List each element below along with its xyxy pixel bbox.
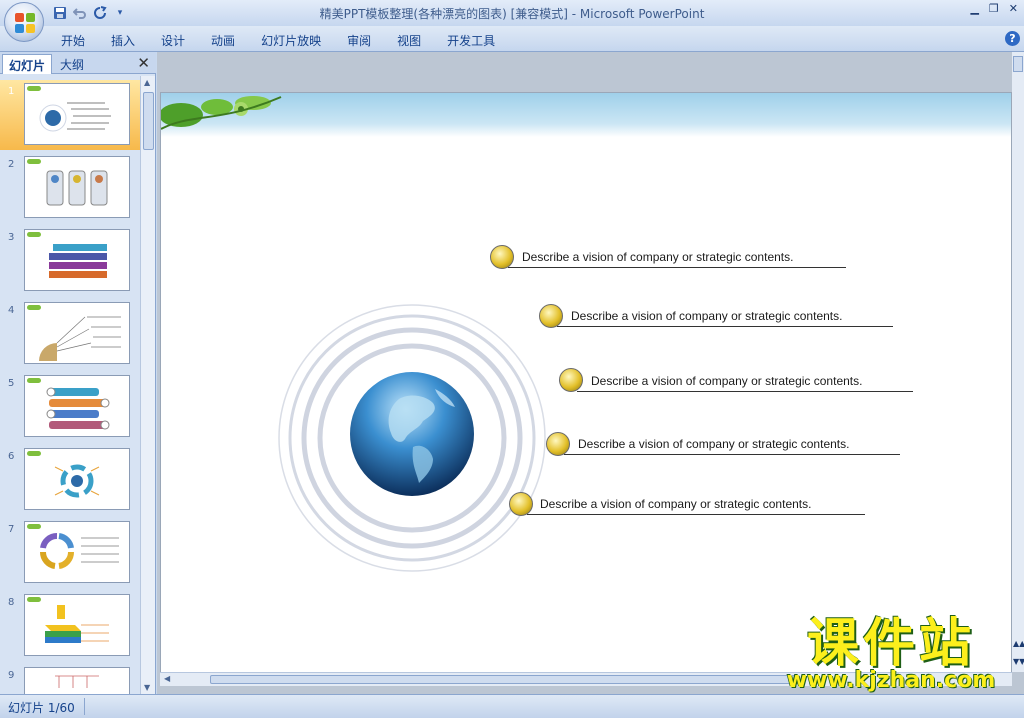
watermark-url: www.kjzhan.com bbox=[786, 668, 996, 693]
tab-insert[interactable]: 插入 bbox=[98, 30, 148, 51]
thumbnail-preview bbox=[24, 83, 130, 145]
next-slide-icon[interactable]: ▼▼ bbox=[1013, 658, 1024, 666]
thumbnail-scrollbar[interactable]: ▲ ▼ bbox=[140, 76, 155, 694]
callout-bullet-icon bbox=[559, 368, 583, 392]
slide-thumbnail[interactable]: 8 bbox=[0, 591, 140, 661]
thumbnail-list: 1 2 3 4 5 6 7 8 9 bbox=[0, 76, 140, 694]
leaf-decoration-icon bbox=[161, 96, 282, 130]
header-banner bbox=[161, 93, 1011, 137]
callout-text[interactable]: Describe a vision of company or strategi… bbox=[571, 309, 842, 323]
restore-icon[interactable]: ❐ bbox=[989, 2, 999, 15]
callout-underline bbox=[508, 267, 846, 268]
close-panel-icon[interactable]: ✕ bbox=[137, 54, 150, 72]
slide-thumbnail[interactable]: 7 bbox=[0, 518, 140, 588]
thumbnail-number: 8 bbox=[8, 597, 15, 608]
callout-bullet-icon bbox=[539, 304, 563, 328]
prev-slide-icon[interactable]: ▲▲ bbox=[1013, 640, 1024, 648]
thumbnail-preview bbox=[24, 375, 130, 437]
window-controls: ▁ ❐ ✕ bbox=[970, 2, 1018, 15]
status-bar: 幻灯片 1/60 bbox=[0, 694, 1024, 718]
thumbnail-number: 2 bbox=[8, 159, 15, 170]
status-divider bbox=[84, 698, 85, 715]
ribbon: 开始 插入 设计 动画 幻灯片放映 审阅 视图 开发工具 ? bbox=[0, 26, 1024, 52]
slide-thumbnail[interactable]: 1 bbox=[0, 80, 140, 150]
scroll-left-icon[interactable]: ◀ bbox=[164, 674, 170, 683]
tab-view[interactable]: 视图 bbox=[384, 30, 434, 51]
thumbnail-preview bbox=[24, 156, 130, 218]
minimize-icon[interactable]: ▁ bbox=[970, 2, 978, 15]
callout-text[interactable]: Describe a vision of company or strategi… bbox=[578, 437, 849, 451]
tab-developer[interactable]: 开发工具 bbox=[434, 30, 508, 51]
slide-counter: 幻灯片 1/60 bbox=[8, 701, 75, 715]
close-icon[interactable]: ✕ bbox=[1009, 2, 1018, 15]
callout-bullet-icon bbox=[509, 492, 533, 516]
scrollbar-thumb[interactable] bbox=[143, 92, 154, 150]
tab-outline[interactable]: 大纲 bbox=[54, 54, 90, 74]
slide-thumbnail[interactable]: 4 bbox=[0, 299, 140, 369]
tab-slideshow[interactable]: 幻灯片放映 bbox=[248, 30, 334, 51]
tab-review[interactable]: 审阅 bbox=[334, 30, 384, 51]
thumbnail-number: 6 bbox=[8, 451, 15, 462]
office-button[interactable] bbox=[4, 2, 44, 42]
slide-editor: Describe a vision of company or strategi… bbox=[157, 52, 1024, 694]
globe-icon bbox=[350, 372, 474, 496]
thumbnail-number: 9 bbox=[8, 670, 15, 681]
callout-text[interactable]: Describe a vision of company or strategi… bbox=[591, 374, 862, 388]
window-title: 精美PPT模板整理(各种漂亮的图表) [兼容模式] - Microsoft Po… bbox=[319, 7, 705, 21]
help-icon[interactable]: ? bbox=[1005, 31, 1020, 46]
office-logo-icon bbox=[15, 13, 35, 33]
callout-underline bbox=[577, 391, 913, 392]
vertical-scrollbar[interactable]: ▲▲ ▼▼ bbox=[1012, 52, 1024, 672]
callout-bullet-icon bbox=[490, 245, 514, 269]
thumbnail-preview bbox=[24, 594, 130, 656]
callout-bullet-icon bbox=[546, 432, 570, 456]
tab-design[interactable]: 设计 bbox=[148, 30, 198, 51]
slide-thumbnail[interactable]: 5 bbox=[0, 372, 140, 442]
tab-slides[interactable]: 幻灯片 bbox=[2, 54, 53, 74]
ribbon-tabs: 开始 插入 设计 动画 幻灯片放映 审阅 视图 开发工具 bbox=[48, 30, 508, 51]
callout-underline bbox=[564, 454, 900, 455]
scrollbar-thumb[interactable] bbox=[210, 675, 800, 684]
tab-home[interactable]: 开始 bbox=[48, 30, 98, 51]
callout-underline bbox=[557, 326, 893, 327]
callout-underline bbox=[527, 514, 865, 515]
slide-thumbnail[interactable]: 3 bbox=[0, 226, 140, 296]
slides-panel: 幻灯片 大纲 ✕ 1 2 3 4 5 6 7 8 9 ▲ ▼ bbox=[0, 52, 156, 694]
thumbnail-preview bbox=[24, 521, 130, 583]
scrollbar-thumb[interactable] bbox=[1013, 56, 1023, 72]
thumbnail-number: 4 bbox=[8, 305, 15, 316]
thumbnail-number: 7 bbox=[8, 524, 15, 535]
thumbnail-preview bbox=[24, 448, 130, 510]
panel-tabs: 幻灯片 大纲 ✕ bbox=[0, 52, 156, 74]
scroll-down-icon[interactable]: ▼ bbox=[144, 683, 150, 692]
thumbnail-number: 3 bbox=[8, 232, 15, 243]
thumbnail-preview bbox=[24, 667, 130, 694]
scroll-up-icon[interactable]: ▲ bbox=[144, 78, 150, 87]
thumbnail-number: 5 bbox=[8, 378, 15, 389]
callout-text[interactable]: Describe a vision of company or strategi… bbox=[540, 497, 811, 511]
watermark-logo: 课件站 www.kjzhan.com bbox=[776, 618, 1006, 694]
slide-canvas[interactable]: Describe a vision of company or strategi… bbox=[160, 92, 1012, 684]
thumbnail-preview bbox=[24, 229, 130, 291]
title-bar: ▾ 精美PPT模板整理(各种漂亮的图表) [兼容模式] - Microsoft … bbox=[0, 0, 1024, 42]
callout-text[interactable]: Describe a vision of company or strategi… bbox=[522, 250, 793, 264]
thumbnail-preview bbox=[24, 302, 130, 364]
slide-thumbnail[interactable]: 6 bbox=[0, 445, 140, 515]
watermark-title: 课件站 bbox=[806, 614, 975, 674]
thumbnail-number: 1 bbox=[8, 86, 15, 97]
slide-thumbnail[interactable]: 9 bbox=[0, 664, 140, 694]
slide-thumbnail[interactable]: 2 bbox=[0, 153, 140, 223]
tab-animations[interactable]: 动画 bbox=[198, 30, 248, 51]
